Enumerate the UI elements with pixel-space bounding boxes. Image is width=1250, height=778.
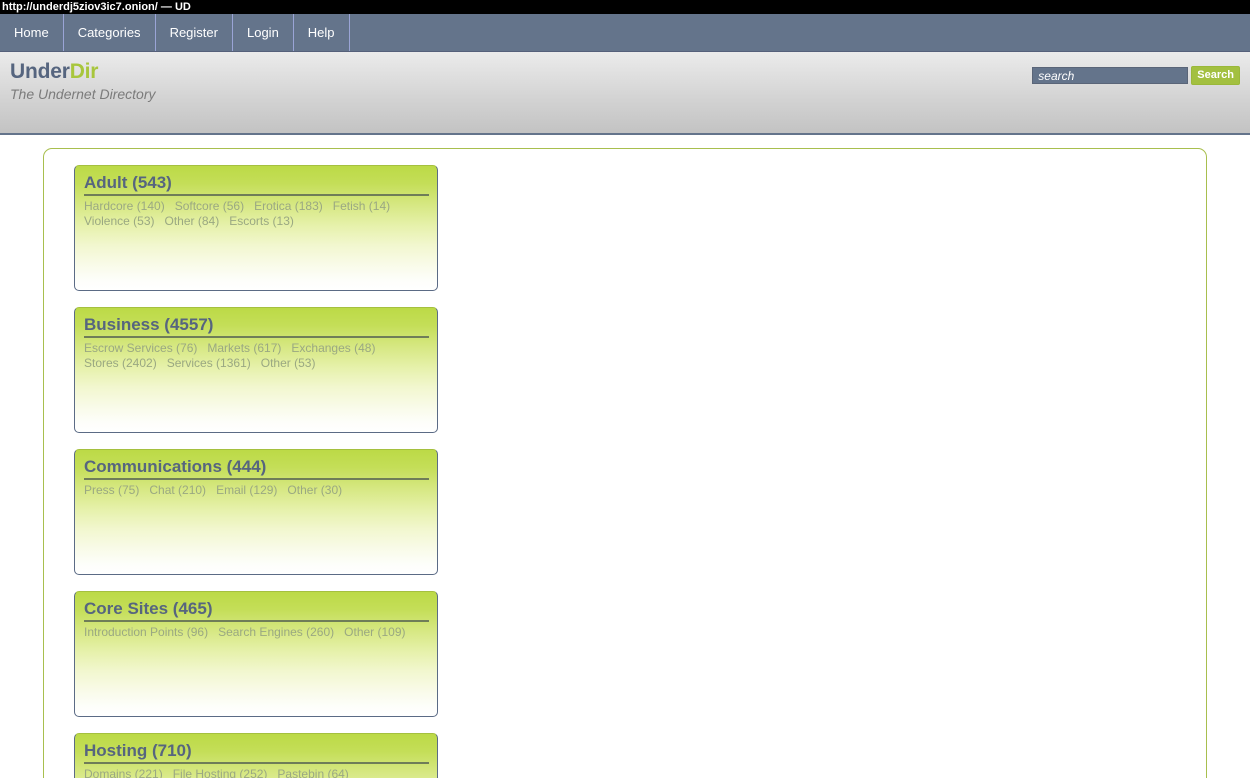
subcategory-link[interactable]: Hardcore (140) xyxy=(84,199,165,214)
nav-item-register[interactable]: Register xyxy=(156,14,233,51)
subcategory-link[interactable]: Services (1361) xyxy=(167,356,251,371)
logo-text-under: Under xyxy=(10,60,70,83)
search-form: Search xyxy=(1032,66,1240,85)
category-card: Core Sites (465) Introduction Points (96)… xyxy=(74,591,438,717)
category-card: Business (4557) Escrow Services (76) Marke… xyxy=(74,307,438,433)
subcategory-link[interactable]: Softcore (56) xyxy=(175,199,244,214)
subcategory-link[interactable]: Other (84) xyxy=(165,214,220,229)
subcategory-link[interactable]: Other (30) xyxy=(287,483,342,498)
subcategory-link[interactable]: Escrow Services (76) xyxy=(84,341,197,356)
browser-title-bar: http://underdj5ziov3ic7.onion/ — UD xyxy=(0,0,1250,14)
subcategory-link[interactable]: Other (53) xyxy=(261,356,316,371)
subcategory-list: Press (75) Chat (210) Email (129) Other (30… xyxy=(84,483,429,498)
nav-item-categories[interactable]: Categories xyxy=(64,14,156,51)
subcategory-link[interactable]: Other (109) xyxy=(344,625,405,640)
subcategory-link[interactable]: Email (129) xyxy=(216,483,277,498)
subcategory-link[interactable]: Exchanges (48) xyxy=(291,341,375,356)
subcategory-list: Domains (221) File Hosting (252) Pastebin … xyxy=(84,767,429,778)
subcategory-link[interactable]: Markets (617) xyxy=(207,341,281,356)
subcategory-link[interactable]: Search Engines (260) xyxy=(218,625,334,640)
subcategory-link[interactable]: Introduction Points (96) xyxy=(84,625,208,640)
subcategory-link[interactable]: Erotica (183) xyxy=(254,199,323,214)
logo-text-dir: Dir xyxy=(69,60,99,83)
category-title-link[interactable]: Core Sites (465) xyxy=(84,598,429,622)
category-card: Communications (444) Press (75) Chat (210)… xyxy=(74,449,438,575)
subcategory-list: Introduction Points (96) Search Engines (… xyxy=(84,625,429,640)
subcategory-link[interactable]: Escorts (13) xyxy=(229,214,294,229)
category-title-link[interactable]: Adult (543) xyxy=(84,172,429,196)
search-button[interactable]: Search xyxy=(1191,66,1240,85)
subcategory-link[interactable]: Chat (210) xyxy=(149,483,206,498)
category-card: Hosting (710) Domains (221) File Hosting (… xyxy=(74,733,438,778)
window-title: http://underdj5ziov3ic7.onion/ — UD xyxy=(2,1,191,13)
search-input[interactable] xyxy=(1032,67,1189,84)
category-grid: Adult (543) Hardcore (140) Softcore (56) Er… xyxy=(74,165,834,778)
category-title-link[interactable]: Communications (444) xyxy=(84,456,429,480)
site-header: UnderDir The Undernet Directory Search xyxy=(0,52,1250,135)
nav-item-help[interactable]: Help xyxy=(294,14,350,51)
subcategory-link[interactable]: Pastebin (64) xyxy=(277,767,348,778)
content-panel: Adult (543) Hardcore (140) Softcore (56) Er… xyxy=(43,148,1207,778)
subcategory-link[interactable]: Press (75) xyxy=(84,483,139,498)
nav-item-home[interactable]: Home xyxy=(0,14,64,51)
subcategory-link[interactable]: Violence (53) xyxy=(84,214,155,229)
subcategory-list: Hardcore (140) Softcore (56) Erotica (183)… xyxy=(84,199,429,229)
site-tagline: The Undernet Directory xyxy=(10,86,156,102)
nav-item-login[interactable]: Login xyxy=(233,14,294,51)
category-title-link[interactable]: Business (4557) xyxy=(84,314,429,338)
category-card: Adult (543) Hardcore (140) Softcore (56) Er… xyxy=(74,165,438,291)
subcategory-link[interactable]: Fetish (14) xyxy=(333,199,390,214)
category-title-link[interactable]: Hosting (710) xyxy=(84,740,429,764)
main-navigation: Home Categories Register Login Help xyxy=(0,14,1250,52)
subcategory-link[interactable]: Domains (221) xyxy=(84,767,163,778)
subcategory-link[interactable]: File Hosting (252) xyxy=(173,767,268,778)
subcategory-list: Escrow Services (76) Markets (617) Exchang… xyxy=(84,341,429,371)
subcategory-link[interactable]: Stores (2402) xyxy=(84,356,157,371)
